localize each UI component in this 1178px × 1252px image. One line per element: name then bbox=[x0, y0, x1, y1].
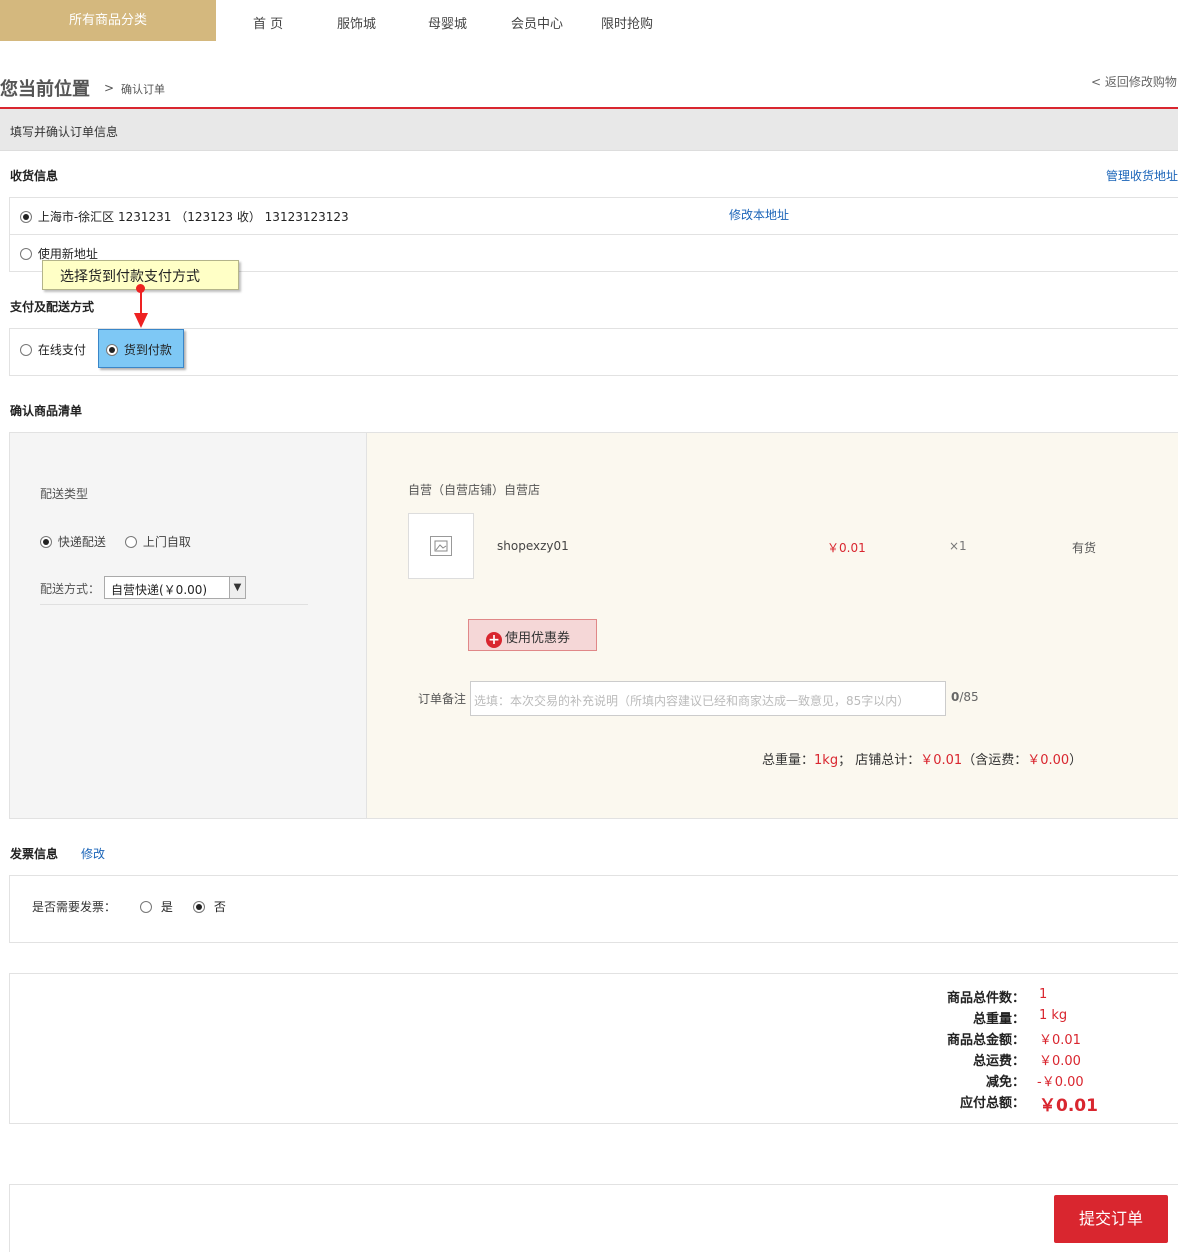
payment-online-label: 在线支付 bbox=[37, 343, 86, 357]
radio-selected-icon[interactable] bbox=[193, 901, 205, 913]
divider bbox=[40, 604, 308, 605]
product-price: ￥0.01 bbox=[827, 541, 866, 555]
total-freight: ￥0.00 bbox=[1039, 1054, 1081, 1069]
total-weight-label: 总重量： bbox=[972, 1012, 1025, 1027]
radio-icon[interactable] bbox=[140, 901, 152, 913]
invoice-no-label: 否 bbox=[213, 900, 226, 914]
delivery-pickup-label: 上门自取 bbox=[142, 535, 191, 549]
invoice-section-title: 发票信息 bbox=[10, 847, 59, 861]
delivery-pickup-option[interactable]: 上门自取 bbox=[125, 533, 191, 550]
store-name: 自营（自营店铺）自营店 bbox=[408, 483, 541, 497]
total-discount: -￥0.00 bbox=[1037, 1075, 1084, 1090]
delivery-type-label: 配送类型 bbox=[40, 487, 89, 501]
total-amount-label: 商品总金额： bbox=[946, 1033, 1025, 1048]
payment-cod-option[interactable]: 货到付款 bbox=[98, 329, 184, 368]
total-freight-label: 总运费： bbox=[972, 1054, 1025, 1069]
total-amount: ￥0.01 bbox=[1039, 1033, 1081, 1048]
breadcrumb-title: 您当前位置 bbox=[0, 79, 90, 100]
nav-member-center[interactable]: 会员中心 bbox=[511, 13, 563, 32]
delivery-express-label: 快递配送 bbox=[57, 535, 106, 549]
nav-apparel[interactable]: 服饰城 bbox=[337, 13, 376, 32]
radio-selected-icon[interactable] bbox=[106, 344, 118, 356]
divider bbox=[9, 234, 1178, 235]
total-count-label: 商品总件数： bbox=[946, 991, 1025, 1006]
nav-flash-sale[interactable]: 限时抢购 bbox=[601, 13, 653, 32]
nav-maternity[interactable]: 母婴城 bbox=[428, 13, 467, 32]
payment-online-option[interactable]: 在线支付 bbox=[20, 341, 86, 358]
back-to-cart-link[interactable]: < 返回修改购物 bbox=[1091, 73, 1177, 90]
nav-home[interactable]: 首 页 bbox=[253, 13, 283, 32]
use-coupon-button[interactable]: + 使用优惠券 bbox=[468, 619, 597, 651]
breadcrumb-current: 确认订单 bbox=[121, 83, 165, 96]
plus-icon: + bbox=[486, 632, 502, 648]
items-section-title: 确认商品清单 bbox=[10, 404, 83, 418]
order-remark-input[interactable]: 选填：本次交易的补充说明（所填内容建议已经和商家达成一致意见，85字以内） bbox=[470, 681, 946, 716]
total-weight: 1 kg bbox=[1039, 1008, 1068, 1023]
total-payable: ￥0.01 bbox=[1039, 1096, 1098, 1116]
invoice-box bbox=[9, 875, 1178, 943]
delivery-express-option[interactable]: 快递配送 bbox=[40, 533, 106, 550]
payment-section-title: 支付及配送方式 bbox=[10, 300, 95, 314]
invoice-no-option[interactable]: 否 bbox=[193, 898, 226, 915]
manage-address-link[interactable]: 管理收货地址 bbox=[1106, 167, 1178, 184]
invoice-yes-label: 是 bbox=[160, 900, 173, 914]
summary-sep: ； bbox=[838, 753, 852, 768]
radio-icon[interactable] bbox=[125, 536, 137, 548]
radio-icon[interactable] bbox=[20, 248, 32, 260]
radio-icon[interactable] bbox=[20, 344, 32, 356]
order-remark-label: 订单备注 bbox=[418, 692, 467, 706]
submit-order-button[interactable]: 提交订单 bbox=[1054, 1195, 1168, 1243]
breadcrumb-separator: > bbox=[104, 81, 115, 95]
new-address-label: 使用新地址 bbox=[37, 247, 98, 261]
product-name[interactable]: shopexzy01 bbox=[497, 539, 569, 553]
product-stock: 有货 bbox=[1072, 541, 1097, 555]
section-header-bar bbox=[0, 109, 1178, 151]
total-payable-label: 应付总额： bbox=[959, 1096, 1025, 1111]
edit-invoice-link[interactable]: 修改 bbox=[81, 845, 105, 862]
summary-shipping: ￥0.00 bbox=[1027, 753, 1070, 768]
annotation-arrow-dot bbox=[136, 284, 145, 293]
delivery-method-select[interactable]: 自营快递(￥0.00) ▼ bbox=[104, 576, 246, 599]
radio-selected-icon[interactable] bbox=[40, 536, 52, 548]
section-header-title: 填写并确认订单信息 bbox=[10, 125, 119, 139]
total-count: 1 bbox=[1039, 987, 1048, 1002]
payment-cod-label: 货到付款 bbox=[123, 343, 172, 357]
product-thumbnail[interactable] bbox=[408, 513, 474, 579]
product-quantity: ×1 bbox=[949, 539, 967, 553]
all-categories-button[interactable]: 所有商品分类 bbox=[0, 0, 216, 41]
summary-ship-close: ） bbox=[1069, 753, 1083, 768]
invoice-yes-option[interactable]: 是 bbox=[140, 898, 173, 915]
invoice-question: 是否需要发票： bbox=[32, 900, 117, 914]
address-text: 上海市-徐汇区 1231231 （123123 收） 13123123123 bbox=[37, 210, 349, 224]
summary-weight: 1kg bbox=[814, 753, 839, 768]
address-option-selected[interactable]: 上海市-徐汇区 1231231 （123123 收） 13123123123 bbox=[20, 208, 349, 225]
radio-selected-icon[interactable] bbox=[20, 211, 32, 223]
total-discount-label: 减免： bbox=[985, 1075, 1025, 1090]
summary-weight-label: 总重量： bbox=[762, 753, 815, 768]
summary-ship-open: （含运费： bbox=[962, 753, 1028, 768]
delivery-method-value: 自营快递(￥0.00) bbox=[111, 583, 208, 597]
address-section-title: 收货信息 bbox=[10, 169, 59, 183]
summary-store-label: 店铺总计： bbox=[855, 753, 921, 768]
summary-store-total: ￥0.01 bbox=[920, 753, 963, 768]
delivery-method-label: 配送方式： bbox=[40, 582, 101, 596]
image-placeholder-icon bbox=[430, 536, 452, 556]
remark-counter: 0/85 bbox=[951, 690, 979, 704]
annotation-arrow-head bbox=[134, 313, 148, 328]
submit-box bbox=[9, 1184, 1178, 1252]
use-coupon-label: 使用优惠券 bbox=[505, 631, 571, 646]
store-summary: 总重量：1kg； 店铺总计：￥0.01（含运费：￥0.00） bbox=[762, 749, 1082, 768]
edit-address-link[interactable]: 修改本地址 bbox=[729, 206, 789, 223]
payment-box bbox=[9, 328, 1178, 376]
remark-max: /85 bbox=[959, 690, 979, 704]
chevron-down-icon[interactable]: ▼ bbox=[229, 577, 245, 598]
